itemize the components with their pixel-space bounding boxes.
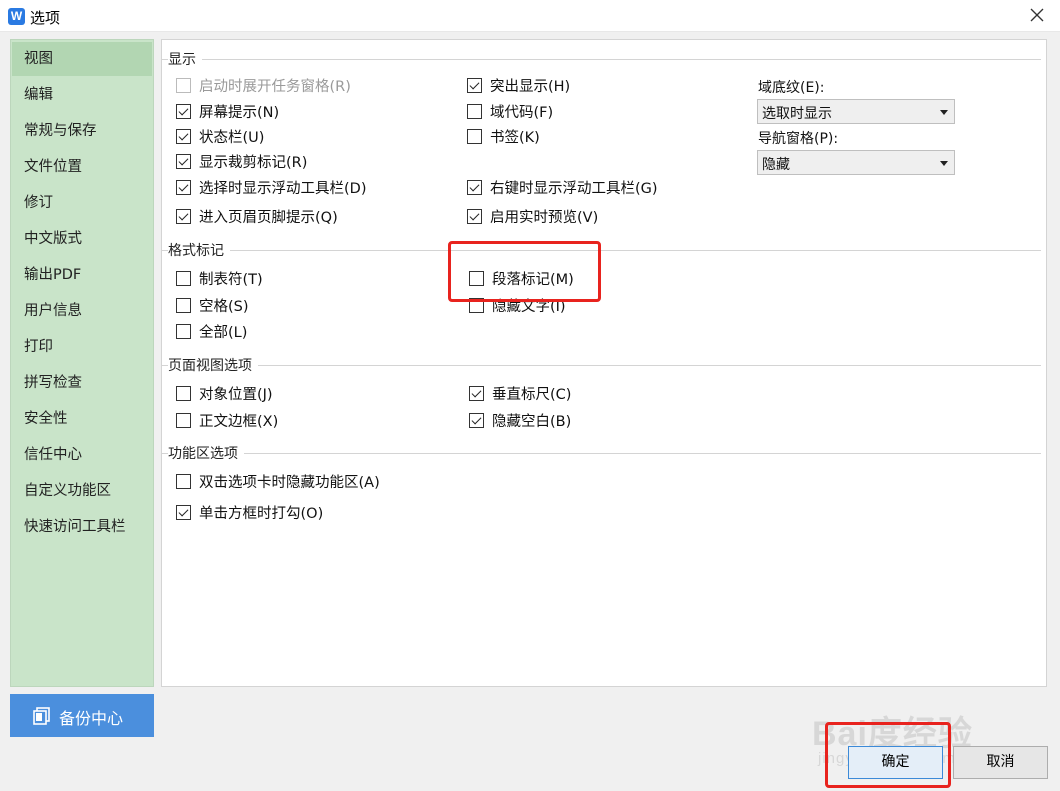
field-shading-label: 域底纹(E):: [758, 80, 825, 96]
sidebar-item-customize-ribbon[interactable]: 自定义功能区: [12, 474, 152, 508]
option-text-boundaries[interactable]: 正文边框(X): [176, 409, 278, 431]
sidebar-item-security[interactable]: 安全性: [12, 402, 152, 436]
ok-button[interactable]: 确定: [848, 746, 943, 779]
sidebar-item-edit[interactable]: 编辑: [12, 78, 152, 112]
option-space-marks[interactable]: 空格(S): [176, 294, 249, 316]
checkbox[interactable]: [467, 179, 482, 195]
option-expand-task-pane[interactable]: 启动时展开任务窗格(R): [176, 74, 351, 96]
sidebar-item-user-info[interactable]: 用户信息: [12, 294, 152, 328]
sidebar-item-export-pdf[interactable]: 输出PDF: [12, 258, 152, 292]
option-hide-ribbon-on-doubleclick[interactable]: 双击选项卡时隐藏功能区(A): [176, 470, 380, 492]
sidebar-item-file-location[interactable]: 文件位置: [12, 150, 152, 184]
sidebar-item-trust-center[interactable]: 信任中心: [12, 438, 152, 472]
option-header-footer-tip[interactable]: 进入页眉页脚提示(Q): [176, 205, 338, 227]
section-title-page-view: 页面视图选项: [168, 355, 258, 375]
dialog-body: 视图 编辑 常规与保存 文件位置 修订 中文版式 输出PDF 用户信息 打印 拼…: [0, 32, 1060, 791]
checkbox[interactable]: [176, 103, 191, 119]
checkbox[interactable]: [467, 103, 482, 119]
nav-pane-label: 导航窗格(P):: [758, 131, 839, 147]
option-highlight[interactable]: 突出显示(H): [467, 74, 570, 96]
option-floating-toolbar-rightclick[interactable]: 右键时显示浮动工具栏(G): [467, 176, 658, 198]
option-paragraph-marks[interactable]: 段落标记(M): [469, 267, 574, 289]
option-vertical-ruler[interactable]: 垂直标尺(C): [469, 382, 571, 404]
options-sidebar: 视图 编辑 常规与保存 文件位置 修订 中文版式 输出PDF 用户信息 打印 拼…: [10, 39, 154, 687]
sidebar-item-view[interactable]: 视图: [12, 42, 152, 76]
sidebar-item-chinese-layout[interactable]: 中文版式: [12, 222, 152, 256]
chevron-down-icon: [940, 110, 948, 115]
section-title-display: 显示: [168, 49, 202, 69]
section-divider: [162, 365, 1041, 366]
option-floating-toolbar-select[interactable]: 选择时显示浮动工具栏(D): [176, 176, 366, 198]
checkbox[interactable]: [176, 473, 191, 489]
checkbox[interactable]: [176, 77, 191, 93]
checkbox[interactable]: [467, 77, 482, 93]
checkbox[interactable]: [176, 385, 191, 401]
checkbox[interactable]: [467, 208, 482, 224]
title-bar: W 选项: [0, 0, 1060, 32]
checkbox[interactable]: [176, 270, 191, 286]
sidebar-item-spell-check[interactable]: 拼写检查: [12, 366, 152, 400]
checkbox[interactable]: [469, 270, 484, 286]
section-title-ribbon: 功能区选项: [168, 443, 244, 463]
checkbox[interactable]: [176, 504, 191, 520]
option-hide-whitespace[interactable]: 隐藏空白(B): [469, 409, 571, 431]
sidebar-item-quick-access-toolbar[interactable]: 快速访问工具栏: [12, 510, 152, 544]
option-screen-tips[interactable]: 屏幕提示(N): [176, 100, 279, 122]
sidebar-item-general-save[interactable]: 常规与保存: [12, 114, 152, 148]
chevron-down-icon: [940, 161, 948, 166]
option-hidden-text[interactable]: 隐藏文字(I): [469, 294, 566, 316]
option-object-anchors[interactable]: 对象位置(J): [176, 382, 273, 404]
section-divider: [162, 59, 1041, 60]
checkbox[interactable]: [176, 179, 191, 195]
section-divider: [162, 453, 1041, 454]
checkbox[interactable]: [176, 153, 191, 169]
checkbox[interactable]: [176, 128, 191, 144]
checkbox[interactable]: [176, 297, 191, 313]
window-title: 选项: [30, 9, 61, 27]
option-status-bar[interactable]: 状态栏(U): [176, 125, 264, 147]
sidebar-item-print[interactable]: 打印: [12, 330, 152, 364]
field-shading-select[interactable]: 选取时显示: [757, 99, 955, 124]
sidebar-item-revision[interactable]: 修订: [12, 186, 152, 220]
options-content-panel: 显示 启动时展开任务窗格(R) 屏幕提示(N) 状态栏(U) 显示裁剪标记(R)…: [161, 39, 1047, 687]
backup-center-button[interactable]: 备份中心: [10, 694, 154, 737]
option-bookmarks[interactable]: 书签(K): [467, 125, 540, 147]
option-all-marks[interactable]: 全部(L): [176, 320, 247, 342]
checkbox[interactable]: [176, 323, 191, 339]
checkbox[interactable]: [469, 412, 484, 428]
backup-center-label: 备份中心: [59, 709, 124, 728]
section-divider: [162, 250, 1041, 251]
cancel-button[interactable]: 取消: [953, 746, 1048, 779]
option-click-box-to-check[interactable]: 单击方框时打勾(O): [176, 501, 323, 523]
section-title-format-marks: 格式标记: [168, 240, 230, 260]
nav-pane-select[interactable]: 隐藏: [757, 150, 955, 175]
checkbox[interactable]: [469, 385, 484, 401]
option-tab-marks[interactable]: 制表符(T): [176, 267, 263, 289]
close-icon[interactable]: [1026, 4, 1048, 26]
option-crop-marks[interactable]: 显示裁剪标记(R): [176, 150, 307, 172]
wps-app-icon: W: [8, 8, 25, 25]
option-live-preview[interactable]: 启用实时预览(V): [467, 205, 598, 227]
checkbox[interactable]: [176, 412, 191, 428]
option-field-codes[interactable]: 域代码(F): [467, 100, 553, 122]
checkbox[interactable]: [176, 208, 191, 224]
checkbox[interactable]: [469, 297, 484, 313]
backup-icon: [33, 707, 50, 725]
checkbox[interactable]: [467, 128, 482, 144]
